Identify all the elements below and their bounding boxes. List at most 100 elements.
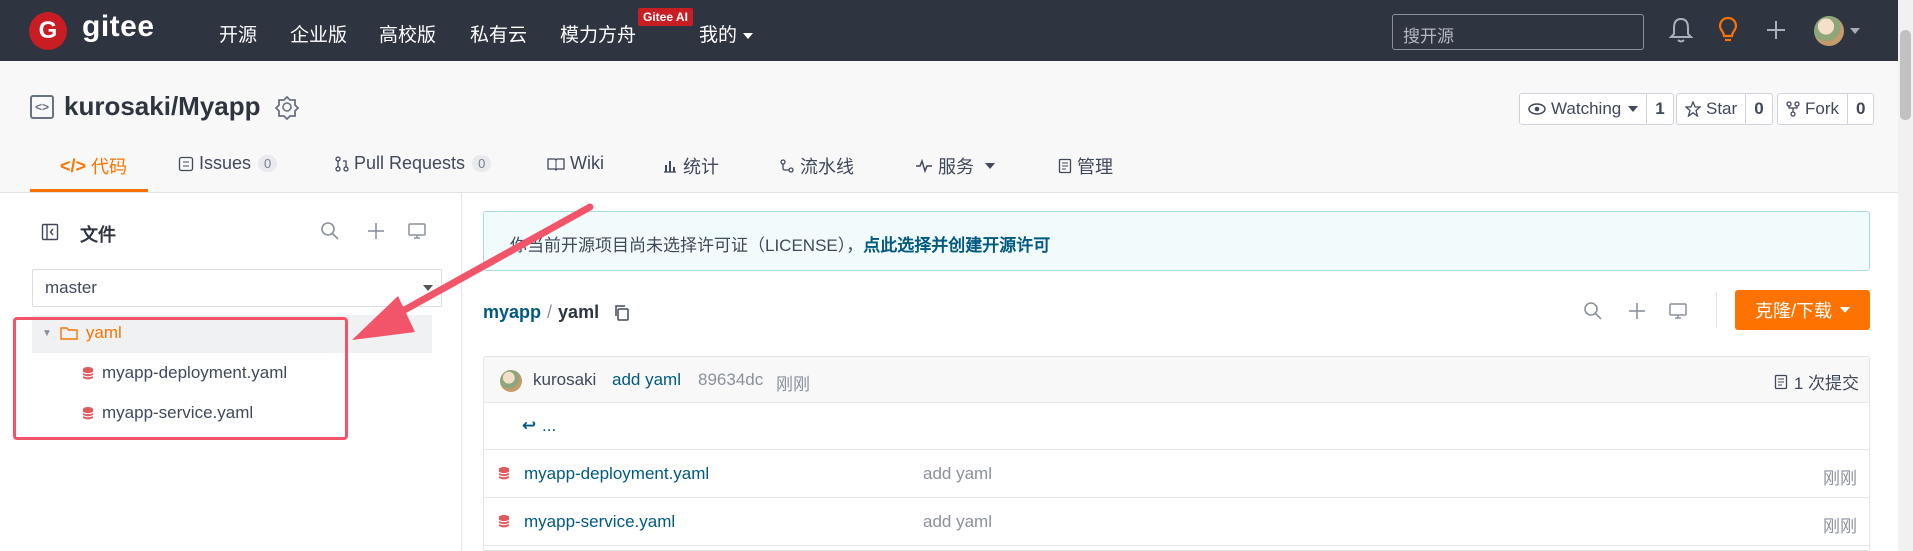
license-notice: 你当前开源项目尚未选择许可证（LICENSE），点此选择并创建开源许可 bbox=[483, 211, 1870, 271]
tab-manage-label: 管理 bbox=[1077, 157, 1113, 177]
file-name-link[interactable]: myapp-deployment.yaml bbox=[524, 464, 709, 484]
star-label-wrap: Star bbox=[1677, 94, 1745, 124]
commits-icon bbox=[1774, 374, 1787, 389]
repo-title[interactable]: kurosaki/Myapp bbox=[64, 91, 261, 122]
branch-select[interactable]: master bbox=[32, 269, 442, 307]
yaml-file-icon bbox=[498, 467, 510, 480]
star-count[interactable]: 0 bbox=[1745, 94, 1771, 124]
file-commit-time: 刚刚 bbox=[1823, 517, 1857, 536]
repo-header: <> kurosaki/Myapp Watching 1 Star 0 Fork… bbox=[0, 61, 1913, 193]
file-tree-panel: 文件 master ▼ yaml myapp-deployment.yaml m… bbox=[0, 193, 462, 551]
nav-education[interactable]: 高校版 bbox=[379, 20, 436, 47]
watching-count[interactable]: 1 bbox=[1646, 94, 1672, 124]
web-ide-icon[interactable] bbox=[1668, 301, 1688, 321]
watching-button[interactable]: Watching 1 bbox=[1519, 93, 1674, 125]
bell-icon[interactable] bbox=[1666, 14, 1696, 46]
author-avatar[interactable] bbox=[500, 370, 522, 392]
back-arrow-icon: ↩ bbox=[522, 416, 537, 435]
tab-wiki[interactable]: Wiki bbox=[547, 153, 604, 174]
chevron-down-icon bbox=[743, 32, 754, 39]
clone-download-button[interactable]: 克隆/下载 bbox=[1735, 290, 1870, 330]
latest-commit-row: kurosaki add yaml 89634dc 刚刚 1 次提交 bbox=[484, 357, 1869, 403]
file-name-link[interactable]: myapp-service.yaml bbox=[524, 512, 675, 532]
settings-doc-icon bbox=[1058, 158, 1072, 174]
nav-mine-dropdown[interactable]: 我的 bbox=[699, 20, 754, 47]
tab-pull-requests[interactable]: Pull Requests 0 bbox=[335, 153, 492, 174]
commit-count-link[interactable]: 1 次提交 bbox=[1774, 369, 1859, 394]
commit-author[interactable]: kurosaki bbox=[533, 370, 596, 390]
gitee-logo-text[interactable]: gitee bbox=[82, 10, 155, 44]
tab-stats[interactable]: 统计 bbox=[662, 153, 719, 179]
nav-mine-label: 我的 bbox=[699, 25, 738, 46]
parent-dir-label: ... bbox=[542, 416, 557, 435]
chevron-down-icon bbox=[423, 285, 433, 291]
plus-icon[interactable] bbox=[1761, 14, 1791, 46]
branch-name: master bbox=[45, 278, 97, 297]
clone-download-label: 克隆/下载 bbox=[1754, 301, 1832, 321]
table-row[interactable]: myapp-service.yaml add yaml 刚刚 bbox=[484, 498, 1869, 546]
search-icon[interactable] bbox=[1583, 301, 1603, 321]
tab-issues[interactable]: Issues 0 bbox=[178, 153, 278, 174]
tab-code[interactable]: </> 代码 bbox=[60, 153, 127, 179]
parent-dir-row[interactable]: ↩ ... bbox=[484, 403, 1869, 450]
gitee-logo-icon[interactable]: G bbox=[29, 12, 67, 50]
commit-count-label: 1 次提交 bbox=[1793, 374, 1859, 393]
fork-button[interactable]: Fork 0 bbox=[1777, 93, 1875, 125]
issues-icon bbox=[178, 156, 194, 171]
license-create-link[interactable]: 点此选择并创建开源许可 bbox=[863, 236, 1050, 255]
annotation-highlight-box bbox=[13, 317, 348, 440]
active-tab-indicator bbox=[30, 189, 148, 192]
file-list-table: kurosaki add yaml 89634dc 刚刚 1 次提交 ↩ ...… bbox=[483, 356, 1870, 551]
collapse-panel-icon[interactable] bbox=[41, 223, 59, 241]
tab-pipeline[interactable]: 流水线 bbox=[779, 153, 854, 179]
star-button[interactable]: Star 0 bbox=[1676, 93, 1773, 125]
add-file-icon[interactable] bbox=[1627, 301, 1647, 321]
copy-icon[interactable] bbox=[613, 304, 631, 322]
web-ide-icon[interactable] bbox=[407, 221, 427, 241]
eye-icon bbox=[1528, 103, 1546, 115]
fork-count[interactable]: 0 bbox=[1847, 94, 1873, 124]
files-title: 文件 bbox=[80, 225, 116, 245]
chevron-down-icon bbox=[1840, 307, 1850, 313]
fork-label: Fork bbox=[1805, 99, 1839, 118]
certified-badge-icon[interactable] bbox=[274, 95, 300, 121]
top-navbar: G gitee 开源 企业版 高校版 私有云 模力方舟 Gitee AI 我的 … bbox=[0, 0, 1913, 61]
chevron-down-icon[interactable] bbox=[1850, 28, 1860, 34]
lightbulb-icon[interactable] bbox=[1713, 14, 1743, 46]
nav-moli-fangzhou[interactable]: 模力方舟 bbox=[560, 20, 636, 47]
breadcrumb: myapp / yaml bbox=[483, 302, 631, 323]
watching-label-wrap: Watching bbox=[1520, 94, 1646, 124]
breadcrumb-repo[interactable]: myapp bbox=[483, 302, 541, 323]
license-notice-text: 你当前开源项目尚未选择许可证（LICENSE）， bbox=[510, 236, 864, 255]
chevron-down-icon bbox=[985, 163, 995, 169]
search-input[interactable]: 搜开源 bbox=[1392, 14, 1644, 50]
tab-stats-label: 统计 bbox=[683, 157, 719, 177]
star-label: Star bbox=[1706, 99, 1738, 118]
divider bbox=[1716, 292, 1717, 328]
file-commit-message[interactable]: add yaml bbox=[923, 512, 992, 532]
add-file-icon[interactable] bbox=[366, 221, 386, 241]
file-commit-message[interactable]: add yaml bbox=[923, 464, 992, 484]
fork-label-wrap: Fork bbox=[1778, 94, 1847, 124]
tab-manage[interactable]: 管理 bbox=[1058, 153, 1113, 179]
chevron-down-icon bbox=[1628, 106, 1639, 112]
nav-enterprise[interactable]: 企业版 bbox=[290, 20, 347, 47]
issues-count-badge: 0 bbox=[258, 155, 278, 172]
code-icon: </> bbox=[60, 155, 87, 176]
scrollbar-thumb[interactable] bbox=[1900, 30, 1911, 120]
tab-services[interactable]: 服务 bbox=[915, 153, 995, 179]
gitee-ai-badge[interactable]: Gitee AI bbox=[638, 8, 693, 26]
tab-code-label: 代码 bbox=[91, 157, 128, 177]
tab-wiki-label: Wiki bbox=[570, 153, 604, 173]
tab-pipeline-label: 流水线 bbox=[800, 157, 854, 177]
breadcrumb-dir: yaml bbox=[558, 302, 600, 322]
watching-label: Watching bbox=[1551, 99, 1622, 118]
commit-hash[interactable]: 89634dc bbox=[698, 370, 763, 390]
user-avatar[interactable] bbox=[1814, 16, 1844, 46]
star-icon bbox=[1685, 101, 1701, 117]
search-icon[interactable] bbox=[320, 221, 340, 241]
nav-open-source[interactable]: 开源 bbox=[219, 20, 257, 47]
table-row[interactable]: myapp-deployment.yaml add yaml 刚刚 bbox=[484, 450, 1869, 498]
commit-message[interactable]: add yaml bbox=[612, 370, 681, 390]
nav-private-cloud[interactable]: 私有云 bbox=[470, 20, 527, 47]
